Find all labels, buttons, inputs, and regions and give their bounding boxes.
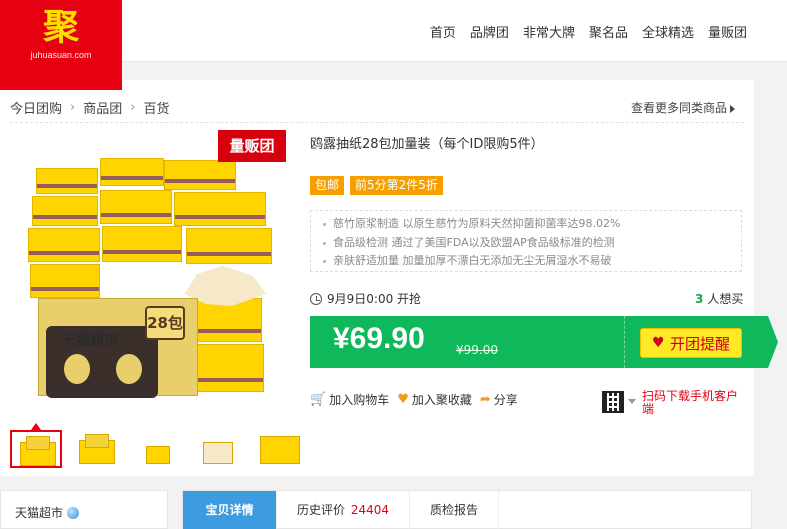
more-similar-link[interactable]: 查看更多同类商品 (631, 99, 735, 116)
heart-icon: ♥ (651, 335, 665, 351)
more-similar-label: 查看更多同类商品 (630, 101, 727, 115)
tissue-box (36, 168, 98, 194)
feature-list: 慈竹原浆制造 以原生慈竹为原料天然抑菌抑菌率达98.02% 食品级检测 通过了美… (310, 210, 742, 272)
share-label: 分享 (493, 393, 518, 407)
crumb-separator: › (130, 100, 136, 115)
clock-icon (310, 292, 322, 305)
discount-badge: 前5分第2件5折 (350, 176, 443, 195)
buyers-label: 人想买 (707, 292, 744, 306)
share-link[interactable]: ➦ 分享 (480, 391, 518, 408)
tissue-box (102, 226, 182, 262)
tissue-box (100, 158, 164, 186)
crumb-general[interactable]: 百货 (143, 98, 169, 117)
nav-luxury[interactable]: 聚名品 (589, 22, 628, 41)
nav-home[interactable]: 首页 (430, 22, 456, 41)
tissue-box (30, 264, 100, 298)
bulk-tag: 量贩团 (218, 130, 286, 162)
thumbnail-2[interactable] (71, 430, 123, 468)
thumbnail-4[interactable] (193, 430, 245, 468)
buyers-count: 3 人想买 (695, 290, 743, 307)
breadcrumb: 今日团购 › 商品团 › 百货 (10, 98, 169, 117)
promo-badges: 包邮 前5分第2件5折 (310, 176, 443, 195)
tissue-box (164, 160, 236, 190)
pack-title: 天猫超市 (62, 333, 118, 349)
divider (10, 122, 744, 123)
add-to-cart-label: 加入购物车 (329, 393, 390, 407)
logo-url: juhuasuan.com (30, 50, 92, 60)
price-bar-divider (624, 316, 625, 368)
crumb-product[interactable]: 商品团 (83, 98, 122, 117)
logo-char: 聚 (42, 6, 79, 48)
action-links: 🛒 加入购物车 ♥ 加入聚收藏 ➦ 分享 (310, 391, 518, 408)
buyers-number: 3 (695, 292, 704, 306)
nav-bulk[interactable]: 量贩团 (708, 22, 747, 41)
thumb-image (146, 446, 170, 464)
nav-bigbrand[interactable]: 非常大牌 (523, 22, 575, 41)
product-main-image[interactable]: 天猫超市 28包 量贩团 (22, 130, 286, 402)
tissue-box (32, 196, 98, 226)
price-bar-arrow (768, 316, 778, 368)
remind-label: 开团提醒 (669, 334, 730, 353)
cat-eye (116, 354, 142, 384)
tab-reviews[interactable]: 历史评价 24404 (277, 491, 411, 529)
add-favorite-label: 加入聚收藏 (411, 393, 472, 407)
tab-reviews-label: 历史评价 (297, 503, 346, 517)
thumb-image (85, 434, 109, 448)
cart-icon: 🛒 (310, 392, 327, 407)
remind-button[interactable]: ♥ 开团提醒 (640, 328, 742, 358)
thumbnail-strip (10, 430, 306, 468)
feature-item: 慈竹原浆制造 以原生慈竹为原料天然抑菌抑菌率达98.02% (323, 215, 741, 234)
original-price: ¥99.00 (456, 343, 498, 357)
qr-code-icon[interactable] (602, 391, 624, 413)
main-nav: 首页 品牌团 非常大牌 聚名品 全球精选 量贩团 (430, 22, 747, 41)
store-name: 天猫超市 (15, 506, 64, 520)
thumbnail-1[interactable] (10, 430, 62, 468)
thumb-image (26, 436, 50, 450)
current-price: ¥69.90 (333, 322, 425, 355)
share-icon: ➦ (479, 392, 491, 407)
tissue-box (100, 190, 172, 224)
tissue-box (28, 228, 100, 262)
thumb-selected-arrow (31, 423, 41, 430)
free-shipping-badge: 包邮 (310, 176, 345, 195)
add-to-cart-link[interactable]: 🛒 加入购物车 (310, 391, 389, 408)
nav-brand[interactable]: 品牌团 (470, 22, 509, 41)
qr-download-text[interactable]: 扫码下载手机客户端 (642, 390, 742, 416)
caret-down-icon[interactable] (628, 399, 636, 404)
crumb-today[interactable]: 今日团购 (10, 98, 62, 117)
reviews-count: 24404 (350, 503, 390, 517)
tissue-box (174, 192, 266, 226)
thumbnail-5[interactable] (254, 430, 306, 468)
tab-report[interactable]: 质检报告 (410, 491, 500, 529)
start-time-text: 9月9日0:00 开抢 (327, 292, 422, 306)
tab-detail[interactable]: 宝贝详情 (183, 491, 277, 529)
site-logo[interactable]: 聚 juhuasuan.com (0, 0, 122, 90)
pack-count: 28包 (145, 306, 185, 340)
nav-global[interactable]: 全球精选 (642, 22, 694, 41)
tissue-box (186, 228, 272, 264)
start-time: 9月9日0:00 开抢 (310, 290, 421, 307)
globe-icon (67, 507, 80, 519)
thumb-image (203, 442, 233, 464)
thumb-image (260, 436, 300, 464)
thumbnail-3[interactable] (132, 430, 184, 468)
feature-item: 亲肤舒适加量 加量加厚不漂白无添加无尘无屑湿水不易破 (323, 252, 741, 271)
cat-eye (64, 354, 90, 384)
feature-item: 食品级检测 通过了美国FDA以及欧盟AP食品级标准的检测 (323, 234, 741, 253)
add-favorite-link[interactable]: ♥ 加入聚收藏 (397, 391, 472, 408)
heart-icon: ♥ (397, 392, 409, 407)
store-panel[interactable]: 天猫超市 (0, 490, 168, 529)
detail-tabs: 宝贝详情 历史评价 24404 质检报告 (182, 490, 752, 529)
chevron-right-icon (730, 104, 735, 113)
crumb-separator: › (70, 100, 76, 115)
product-title: 鸥露抽纸28包加量装（每个ID限购5件） (310, 137, 544, 152)
